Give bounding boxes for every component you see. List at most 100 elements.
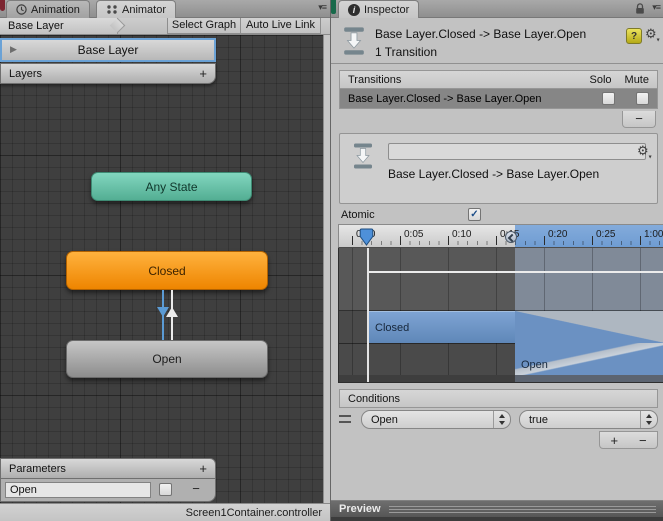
parameter-name-field[interactable] (5, 482, 151, 498)
state-node-any-state[interactable]: Any State (91, 172, 252, 201)
pane-menu-icon[interactable]: ▾≡ (318, 2, 327, 13)
transition-list-row-selected[interactable]: Base Layer.Closed -> Base Layer.Open (339, 89, 658, 109)
parameters-bar: Parameters + (0, 458, 216, 479)
ruler-tick (640, 236, 641, 245)
dropdown-updown-icon (640, 411, 657, 428)
ruler-tick (496, 236, 497, 245)
tab-animation[interactable]: Animation (6, 0, 90, 18)
mute-checkbox[interactable] (636, 92, 649, 105)
ruler-tick (544, 236, 545, 245)
window-edge-decoration (331, 0, 336, 14)
condition-value: true (529, 413, 548, 426)
tab-animator[interactable]: Animator (96, 0, 177, 18)
layers-bar-label: Layers (9, 67, 43, 80)
dropdown-updown-icon (493, 411, 510, 428)
ruler-tick-label: 0:20 (548, 229, 568, 240)
layer-row-label: Base Layer (77, 43, 139, 57)
atomic-checkbox[interactable]: ✓ (468, 208, 481, 221)
animator-graph-canvas[interactable]: ▶ Base Layer Layers + Any State Closed O… (0, 35, 323, 503)
solo-checkbox[interactable] (602, 92, 615, 105)
graph-scrollbar[interactable] (323, 35, 330, 503)
tab-inspector[interactable]: i Inspector (338, 0, 420, 18)
timeline-body[interactable]: Closed Open (338, 248, 663, 383)
lock-icon[interactable] (635, 3, 645, 15)
state-node-label: Closed (148, 263, 186, 278)
inspector-tabstrip: i Inspector ▾≡ (331, 0, 663, 18)
inspector-header: Base Layer.Closed -> Base Layer.Open 1 T… (331, 18, 663, 64)
ruler-tick (448, 236, 449, 245)
blend-weight-line (367, 271, 663, 273)
transition-count-label: 1 Transition (375, 45, 438, 59)
transitions-footer: − (339, 109, 658, 129)
gear-menu-icon[interactable]: ⚙▾ (645, 26, 660, 44)
transition-start-marker-icon[interactable] (505, 231, 517, 243)
closed-fadeout-wedge[interactable] (515, 311, 663, 343)
breadcrumb-chevron-icon (109, 17, 126, 34)
transition-detail-label: Base Layer.Closed -> Base Layer.Open (388, 167, 600, 181)
state-node-label: Open (152, 352, 182, 366)
tab-inspector-label: Inspector (364, 3, 410, 16)
condition-parameter-dropdown[interactable]: Open (361, 410, 511, 429)
select-graph-button[interactable]: Select Graph (167, 18, 241, 34)
tab-animator-label: Animator (122, 3, 167, 16)
timeline-track-closed[interactable]: Closed (367, 311, 515, 343)
add-parameter-button[interactable]: + (199, 461, 207, 476)
conditions-section-header: Conditions (339, 389, 658, 408)
solo-column-label: Solo (589, 73, 612, 86)
playhead-pin-icon[interactable] (359, 228, 374, 247)
transition-name-field[interactable] (388, 143, 646, 160)
condition-value-dropdown[interactable]: true (519, 410, 658, 429)
layers-bar: Layers + (0, 63, 216, 84)
ruler-tick (352, 236, 353, 245)
transitions-title: Transitions (348, 73, 402, 86)
auto-live-link-button[interactable]: Auto Live Link (240, 18, 321, 34)
conditions-footer: + − (599, 431, 658, 449)
clock-icon (16, 4, 27, 15)
ruler-tick-label: 0:05 (404, 229, 424, 240)
ruler-tick-label: 1:00 (644, 229, 663, 240)
help-icon[interactable]: ? (626, 28, 642, 44)
state-node-closed[interactable]: Closed (66, 251, 268, 290)
add-condition-button[interactable]: + (610, 433, 618, 448)
transition-title: Base Layer.Closed -> Base Layer.Open (375, 27, 587, 41)
gear-menu-icon[interactable]: ⚙▾ (637, 143, 652, 161)
animator-toolbar: Base Layer Select Graph Auto Live Link (0, 17, 330, 35)
inspector-panel: i Inspector ▾≡ Base Layer.Closed -> Base… (330, 0, 663, 521)
drag-handle-icon[interactable] (339, 415, 351, 423)
transition-row-label: Base Layer.Closed -> Base Layer.Open (348, 92, 542, 105)
state-node-label: Any State (145, 179, 198, 194)
remove-parameter-button[interactable]: − (187, 481, 205, 496)
add-layer-button[interactable]: + (199, 66, 207, 81)
foldout-triangle-icon[interactable]: ▶ (10, 44, 17, 55)
remove-transition-button[interactable]: − (622, 111, 656, 128)
animator-status-bar: Screen1Container.controller (0, 503, 330, 521)
inspector-bottom-strip (331, 517, 663, 521)
breadcrumb[interactable]: Base Layer (0, 17, 126, 34)
pane-menu-icon[interactable]: ▾≡ (652, 2, 661, 13)
parameter-value-checkbox[interactable] (159, 483, 172, 496)
track-label-closed: Closed (375, 321, 410, 334)
layer-row-base-layer[interactable]: ▶ Base Layer (0, 38, 216, 62)
animator-icon (107, 5, 117, 14)
preview-drag-handle-icon[interactable] (388, 505, 656, 513)
timeline-playhead-line[interactable] (367, 248, 369, 382)
timeline-track-open[interactable]: Open (515, 343, 663, 375)
info-icon: i (348, 3, 360, 16)
transition-arrowhead-up-icon (166, 307, 178, 317)
breadcrumb-label: Base Layer (8, 20, 64, 32)
remove-condition-button[interactable]: − (639, 433, 647, 448)
transition-icon (344, 27, 364, 55)
condition-row: Open true (339, 410, 658, 430)
state-node-open[interactable]: Open (66, 340, 268, 378)
atomic-label: Atomic (341, 209, 375, 221)
timeline-ruler[interactable]: 0:00 0:05 0:10 0:15 0:20 0:25 1:00 (338, 224, 663, 248)
preview-bar[interactable]: Preview (331, 500, 663, 517)
ruler-tick-label: 0:25 (596, 229, 616, 240)
conditions-title: Conditions (348, 392, 400, 405)
mute-column-label: Mute (624, 73, 649, 86)
ruler-tick (592, 236, 593, 245)
condition-parameter-value: Open (371, 413, 398, 426)
tab-animation-label: Animation (31, 3, 80, 16)
preview-label: Preview (339, 503, 381, 515)
transition-detail-box: ⚙▾ Base Layer.Closed -> Base Layer.Open (339, 133, 658, 204)
